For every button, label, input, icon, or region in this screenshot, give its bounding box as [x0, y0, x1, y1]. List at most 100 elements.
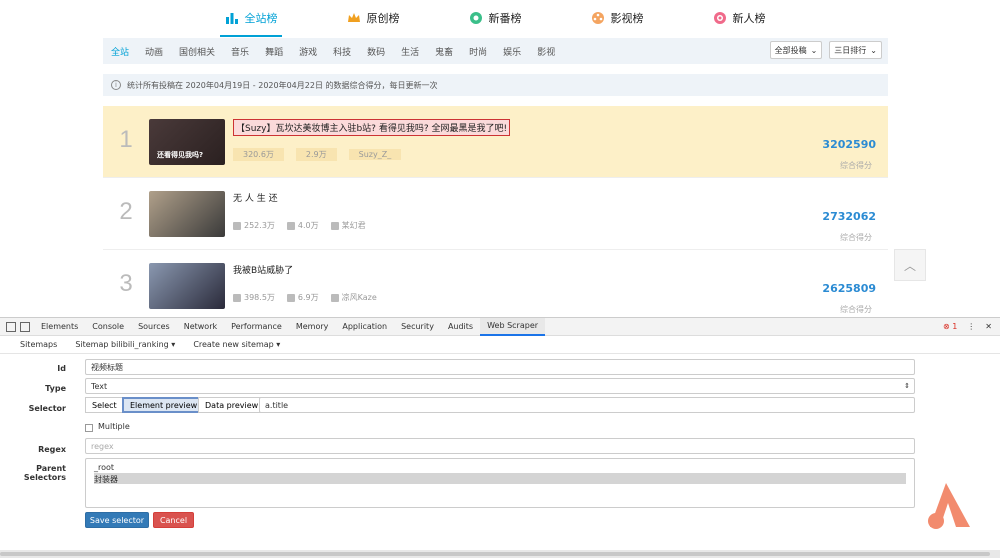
category-item[interactable]: 科技 — [333, 45, 351, 58]
video-meta: 252.3万 4.0万 某幻君 — [233, 220, 366, 231]
video-thumbnail[interactable] — [149, 263, 225, 309]
video-title-link[interactable]: 我被B站威胁了 — [233, 263, 293, 276]
tab-new-anime[interactable]: 新番榜 — [434, 0, 556, 36]
regex-input[interactable]: regex — [85, 438, 915, 454]
score-label: 综合得分 — [840, 161, 872, 170]
error-count: 1 — [952, 322, 958, 331]
inspect-element-icon[interactable] — [6, 321, 16, 332]
range-dropdown-value: 三日排行 — [834, 45, 867, 55]
select-button[interactable]: Select — [85, 397, 124, 413]
score-value: 2732062 — [822, 210, 876, 223]
scrollbar-thumb[interactable] — [0, 552, 990, 556]
tab-performance[interactable]: Performance — [224, 318, 289, 336]
author-link[interactable]: Suzy_Z_ — [348, 149, 402, 160]
type-dropdown-value: 全部投稿 — [774, 45, 807, 55]
tab-application[interactable]: Application — [335, 318, 394, 336]
scraper-nav: Sitemaps Sitemap bilibili_ranking ▾ Crea… — [0, 336, 1000, 354]
play-count: 320.6万 — [233, 148, 284, 161]
play-icon — [233, 221, 241, 230]
back-to-top-button[interactable]: ︿ — [894, 249, 926, 281]
author-item[interactable]: 某幻君 — [330, 220, 366, 231]
category-item[interactable]: 国创相关 — [179, 45, 215, 58]
tab-newcomer[interactable]: 新人榜 — [678, 0, 800, 36]
tab-original[interactable]: 原创榜 — [312, 0, 434, 36]
category-bar: 全站 动画 国创相关 音乐 舞蹈 游戏 科技 数码 生活 鬼畜 时尚 娱乐 影视… — [103, 38, 888, 64]
tab-elements[interactable]: Elements — [34, 318, 85, 336]
data-preview-button[interactable]: Data preview — [198, 397, 266, 413]
list-item-selected[interactable]: 封装器 — [94, 473, 906, 484]
author-link: 某幻君 — [341, 221, 366, 230]
selector-input[interactable]: a.title — [259, 397, 915, 413]
film-reel-icon — [591, 12, 604, 24]
category-item[interactable]: 时尚 — [469, 45, 487, 58]
range-dropdown[interactable]: 三日排行 ⌄ — [829, 41, 882, 59]
element-preview-button[interactable]: Element preview — [122, 397, 206, 413]
video-title-link[interactable]: 【Suzy】瓦坎达美妆博主入驻b站? 看得见我吗? 全网最黑是我了吧! — [233, 119, 511, 136]
error-counter[interactable]: ⊗ 1 — [943, 322, 957, 331]
tab-audits[interactable]: Audits — [441, 318, 480, 336]
category-item[interactable]: 生活 — [401, 45, 419, 58]
chevron-down-icon: ⌄ — [870, 45, 877, 55]
type-dropdown[interactable]: 全部投稿 ⌄ — [769, 41, 823, 59]
close-icon[interactable]: ✕ — [985, 322, 992, 331]
category-item[interactable]: 影视 — [537, 45, 555, 58]
tab-label: 原创榜 — [366, 12, 400, 25]
category-item[interactable]: 数码 — [367, 45, 385, 58]
play-count-item: 398.5万 — [233, 292, 275, 303]
danmaku-count: 2.9万 — [295, 148, 337, 161]
category-item[interactable]: 游戏 — [299, 45, 317, 58]
category-item[interactable]: 娱乐 — [503, 45, 521, 58]
ranking-tabs: 全站榜 原创榜 新番榜 影视榜 新人榜 — [190, 0, 800, 37]
crown-icon — [347, 13, 360, 22]
multiple-checkbox[interactable] — [85, 424, 93, 432]
more-options-icon[interactable]: ⋮ — [967, 322, 975, 331]
tab-label: 新番榜 — [488, 12, 522, 25]
author-item[interactable]: 凉风Kaze — [330, 292, 377, 303]
devtools-panel: Elements Console Sources Network Perform… — [0, 317, 1000, 558]
rank-row: 2 无 人 生 还 252.3万 4.0万 某幻君 2732062 综合得分 — [103, 178, 888, 250]
device-toolbar-icon[interactable] — [20, 321, 30, 332]
tab-web-scraper[interactable]: Web Scraper — [480, 317, 546, 336]
tab-sources[interactable]: Sources — [131, 318, 177, 336]
category-item[interactable]: 鬼畜 — [435, 45, 453, 58]
selector-label: Selector — [28, 404, 66, 413]
list-item[interactable]: _root — [86, 462, 914, 473]
create-sitemap-menu[interactable]: Create new sitemap ▾ — [193, 340, 280, 349]
sitemaps-link[interactable]: Sitemaps — [20, 340, 57, 349]
tab-film[interactable]: 影视榜 — [556, 0, 678, 36]
id-input[interactable]: 视频标题 — [85, 359, 915, 375]
parent-selectors-list[interactable]: _root 封装器 — [85, 458, 915, 508]
rank-number: 1 — [119, 126, 133, 153]
sitemap-menu[interactable]: Sitemap bilibili_ranking ▾ — [75, 340, 175, 349]
danmaku-count: 4.0万 — [297, 221, 319, 230]
type-label: Type — [45, 384, 66, 393]
category-item[interactable]: 动画 — [145, 45, 163, 58]
video-thumbnail[interactable]: 还看得见我吗? — [149, 119, 225, 165]
video-thumbnail[interactable] — [149, 191, 225, 237]
score-label: 综合得分 — [840, 233, 872, 242]
category-all[interactable]: 全站 — [111, 45, 129, 58]
category-item[interactable]: 舞蹈 — [265, 45, 283, 58]
rank-number: 3 — [119, 270, 133, 297]
rank-row: 3 我被B站威胁了 398.5万 6.9万 凉风Kaze 2625809 综合得… — [103, 250, 888, 322]
multiple-label: Multiple — [98, 422, 130, 431]
tab-all-site[interactable]: 全站榜 — [190, 0, 312, 37]
tab-security[interactable]: Security — [394, 318, 441, 336]
id-label: Id — [57, 364, 66, 373]
newcomer-icon — [713, 12, 726, 24]
caret-down-icon: ▾ — [276, 340, 281, 349]
cancel-button[interactable]: Cancel — [153, 512, 194, 528]
video-title-link[interactable]: 无 人 生 还 — [233, 191, 278, 204]
category-item[interactable]: 音乐 — [231, 45, 249, 58]
horizontal-scrollbar[interactable] — [0, 550, 1000, 558]
save-selector-button[interactable]: Save selector — [85, 512, 149, 528]
devtools-controls: ⊗ 1 ⋮ ✕ — [943, 322, 1000, 331]
thumbnail-caption: 还看得见我吗? — [157, 151, 204, 159]
tab-network[interactable]: Network — [177, 318, 224, 336]
select-arrows-icon: ⇕ — [904, 382, 910, 390]
type-select[interactable]: Text ⇕ — [85, 378, 915, 394]
chevron-up-icon: ︿ — [903, 258, 916, 273]
play-icon — [233, 293, 241, 302]
tab-console[interactable]: Console — [85, 318, 131, 336]
tab-memory[interactable]: Memory — [289, 318, 336, 336]
